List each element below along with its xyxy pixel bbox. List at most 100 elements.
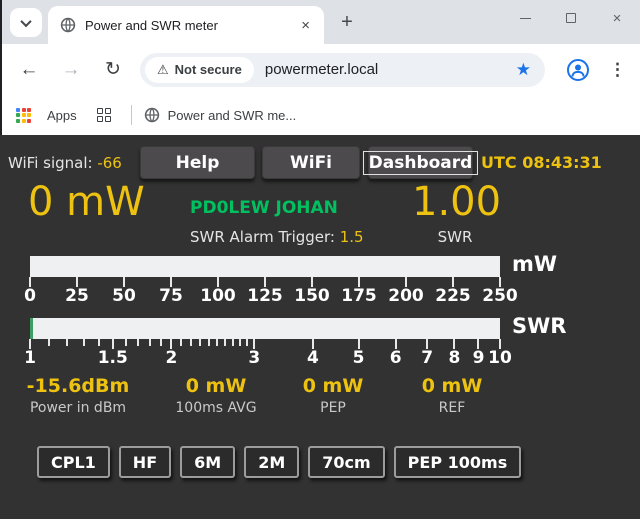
tick-label: 150 xyxy=(294,286,330,306)
tab-power-swr-meter[interactable]: Power and SWR meter × xyxy=(48,6,324,44)
stat-value: 0 mW xyxy=(303,375,364,397)
stat-value: 0 mW xyxy=(422,375,483,397)
help-button[interactable]: Help xyxy=(140,146,255,179)
tick-label: 4 xyxy=(307,348,319,368)
pep-100ms-button[interactable]: PEP 100ms xyxy=(394,446,522,478)
stat-pep: 0 mW PEP xyxy=(303,375,364,416)
forward-button[interactable]: → xyxy=(58,59,84,81)
swr-meter-bar xyxy=(30,318,500,339)
bookmark-star-button[interactable]: ★ xyxy=(516,60,531,80)
dashboard-button-label: Dashboard xyxy=(363,151,479,175)
tick-label: 50 xyxy=(112,286,136,306)
profile-icon xyxy=(566,58,590,82)
star-icon: ★ xyxy=(516,60,531,79)
swr-meter-fill xyxy=(30,318,33,339)
stat-avg: 0 mW100ms AVG xyxy=(175,375,256,416)
tick-label: 1.5 xyxy=(98,348,128,368)
70cm-button[interactable]: 70cm xyxy=(308,446,384,478)
minor-tick xyxy=(190,339,192,346)
new-tab-button[interactable]: + xyxy=(334,9,360,35)
apps-shortcut[interactable]: Apps xyxy=(16,108,77,123)
apps-grid-icon xyxy=(16,108,31,123)
callsign: PD0LEW JOHAN xyxy=(190,198,338,218)
close-icon: × xyxy=(301,17,310,34)
forward-icon: → xyxy=(62,59,81,80)
window-close-button[interactable]: × xyxy=(594,0,640,36)
menu-button[interactable]: ⋮ xyxy=(609,60,626,80)
minor-tick xyxy=(216,339,218,346)
window-close-icon: × xyxy=(613,10,622,27)
swr-alarm-trigger: SWR Alarm Trigger: 1.5 xyxy=(190,228,364,246)
profile-button[interactable] xyxy=(566,58,590,82)
power-reading: 0 mW xyxy=(28,179,145,225)
minor-tick xyxy=(160,339,162,346)
tick-label: 3 xyxy=(248,348,260,368)
back-icon: ← xyxy=(20,59,39,80)
swr-meter-unit-label: SWR xyxy=(512,314,566,338)
bookmarks-bar: Apps Power and SWR me... xyxy=(0,95,640,135)
minor-tick xyxy=(199,339,201,346)
tick-label: 8 xyxy=(449,348,461,368)
tab-strip: Power and SWR meter × + × xyxy=(0,0,640,44)
swr-reading: 1.00 xyxy=(412,179,498,225)
6m-button[interactable]: 6M xyxy=(180,446,235,478)
tab-groups-button[interactable] xyxy=(97,108,111,122)
swr-meter-gauge: SWR 11.52345678910 xyxy=(0,318,640,380)
wifi-button[interactable]: WiFi xyxy=(262,146,360,179)
bookmark-item[interactable]: Power and SWR me... xyxy=(144,107,297,123)
minor-tick xyxy=(66,339,68,346)
squares-icon xyxy=(97,108,103,114)
stat-value: -15.6dBm xyxy=(27,375,130,397)
stats-row: -15.6dBm Power in dBm 0 mW100ms AVG 0 mW P… xyxy=(0,375,640,419)
cpl1-button[interactable]: CPL1 xyxy=(37,446,110,478)
tab-close-button[interactable]: × xyxy=(299,17,312,34)
hf-button[interactable]: HF xyxy=(119,446,171,478)
tick-label: 6 xyxy=(390,348,402,368)
dashboard-button[interactable]: Dashboard xyxy=(368,146,473,179)
maximize-button[interactable] xyxy=(548,0,594,36)
tick-label: 0 xyxy=(24,286,36,306)
reload-icon: ↻ xyxy=(105,59,121,80)
warning-icon: ⚠ xyxy=(157,62,169,78)
power-meter-gauge: mW 0255075100125150175200225250 xyxy=(0,256,640,318)
minor-tick xyxy=(48,339,50,346)
minor-tick xyxy=(125,339,127,346)
minimize-button[interactable] xyxy=(502,0,548,36)
address-bar[interactable]: ⚠ Not secure powermeter.local ★ xyxy=(140,53,545,87)
tab-search-button[interactable] xyxy=(10,8,42,37)
power-meter-bar xyxy=(30,256,500,277)
tick-label: 175 xyxy=(341,286,377,306)
utc-clock: UTC 08:43:31 xyxy=(481,153,602,172)
maximize-icon xyxy=(566,13,576,23)
swr-alarm-label: SWR Alarm Trigger: xyxy=(190,228,340,246)
minor-tick xyxy=(246,339,248,346)
tick-label: 125 xyxy=(247,286,283,306)
minor-tick xyxy=(180,339,182,346)
stat-label: PEP xyxy=(303,400,364,416)
stat-label: Power in dBm xyxy=(27,400,130,416)
2m-button[interactable]: 2M xyxy=(244,446,299,478)
bookmarks-separator xyxy=(131,105,132,125)
globe-icon xyxy=(144,107,160,123)
minimize-icon xyxy=(520,18,531,19)
page-topbar: WiFi signal: -66 Help WiFi Dashboard UTC… xyxy=(8,146,632,179)
tick-label: 200 xyxy=(388,286,424,306)
tick-label: 9 xyxy=(473,348,485,368)
tick-label: 2 xyxy=(166,348,178,368)
apps-label: Apps xyxy=(47,108,77,123)
globe-icon xyxy=(60,17,76,33)
tick-label: 7 xyxy=(421,348,433,368)
stat-value: 0 mW xyxy=(175,375,256,397)
chevron-down-icon xyxy=(20,15,31,26)
browser-toolbar: ← → ↻ ⚠ Not secure powermeter.local ★ ⋮ xyxy=(0,44,640,95)
back-button[interactable]: ← xyxy=(16,59,42,81)
reload-button[interactable]: ↻ xyxy=(100,58,126,81)
browser-window: Power and SWR meter × + × ← → ↻ ⚠ Not se… xyxy=(0,0,640,519)
wifi-signal-label: WiFi signal: xyxy=(8,154,97,172)
security-chip-label: Not secure xyxy=(175,62,242,77)
wifi-signal: WiFi signal: -66 xyxy=(8,154,140,172)
tick-label: 10 xyxy=(488,348,512,368)
window-controls: × xyxy=(502,0,640,36)
security-chip[interactable]: ⚠ Not secure xyxy=(145,57,254,83)
minor-tick xyxy=(232,339,234,346)
